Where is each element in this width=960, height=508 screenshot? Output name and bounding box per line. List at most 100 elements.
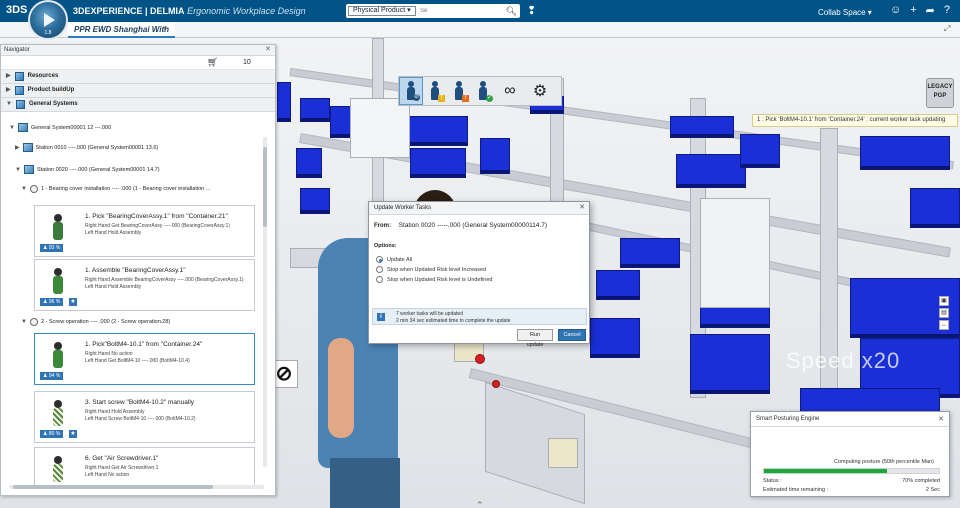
task-title: 6. Get "Air Screwdriver.1" xyxy=(85,455,159,462)
task-card[interactable]: 1. Pick"BoltM4-10.1" from "Container.24"… xyxy=(34,333,255,385)
blue-bin xyxy=(596,270,640,300)
check-icon: ✓ xyxy=(486,95,493,102)
from-label: From: xyxy=(374,223,391,229)
vertical-scrollbar[interactable] xyxy=(263,137,267,467)
search-icon[interactable]: 🔍︎ xyxy=(506,6,517,17)
progress-fill xyxy=(764,469,887,473)
risk-badge: ♟ 93 % xyxy=(40,244,64,252)
viewer-controls: ▣ ▤ ↔ xyxy=(939,296,949,332)
cancel-button[interactable]: Cancel xyxy=(558,329,586,341)
compass-button[interactable]: 1.8 xyxy=(28,0,68,40)
collapse-triangle-icon: ▼ xyxy=(21,319,27,325)
risk-value: 80 % xyxy=(48,431,61,437)
section-resources[interactable]: ▶ Resources xyxy=(1,70,275,84)
blue-bin xyxy=(740,134,780,168)
close-icon[interactable]: ✕ xyxy=(265,45,271,55)
tab-strip: PPR EWD Shanghai With + ⤢ xyxy=(0,22,960,38)
worker-ok-button[interactable]: ✓ xyxy=(471,77,495,105)
info-line-2: 2 min 34 sec estimated time to complete … xyxy=(396,318,511,324)
navigator-title-label: Navigator xyxy=(4,47,30,53)
collab-space-dropdown[interactable]: Collab Space ▾ xyxy=(818,8,872,17)
run-update-button[interactable]: Run update xyxy=(517,329,553,348)
view-control-icon[interactable]: ▣ xyxy=(939,296,949,306)
gear-icon: ⚙ xyxy=(532,83,548,100)
view-control-icon[interactable]: ▤ xyxy=(939,308,949,318)
worker-thumbnail-icon xyxy=(51,214,65,242)
tree-node-label: 1 - Bearing cover installation ---- .000… xyxy=(40,186,211,192)
tree-node-station-0020[interactable]: ▼ Station 0020 ----.000 (General System0… xyxy=(15,165,160,174)
tree-node-operation-2[interactable]: ▼ 2 - Screw operation ---- .000 (2 - Scr… xyxy=(21,318,170,326)
search-input[interactable] xyxy=(420,6,500,16)
task-right-hand: Right Hand Hold Assembly xyxy=(85,409,145,415)
computing-message: Computing posture (50th percentile Man) xyxy=(834,459,934,465)
emergency-button xyxy=(492,380,500,388)
task-left-hand: Left Hand No action xyxy=(85,472,130,478)
settings-button[interactable]: ⚙ xyxy=(525,77,555,105)
glasses-button[interactable]: ∞ xyxy=(495,77,525,105)
task-card[interactable]: 1. Assemble "BearingCoverAssy.1" Right H… xyxy=(34,259,255,311)
app-name: Ergonomic Workplace Design xyxy=(187,6,306,16)
radio-button[interactable] xyxy=(376,276,383,283)
worker-thumbnail-icon xyxy=(51,268,65,296)
star-icon[interactable]: ★ xyxy=(69,430,77,438)
scroll-thumb[interactable] xyxy=(263,147,267,227)
task-left-hand: Left Hand Get BoltM4-10 ----.000 (BoltM4… xyxy=(85,358,190,364)
fixture xyxy=(350,98,410,158)
collapse-triangle-icon: ▼ xyxy=(6,101,12,107)
operation-icon xyxy=(29,185,38,193)
top-bar: 3DS 3DEXPERIENCE | DELMIA Ergonomic Work… xyxy=(0,0,960,22)
risk-value: 96 % xyxy=(48,299,61,305)
person-icon: ♟ xyxy=(43,299,48,305)
blue-bin xyxy=(300,188,330,214)
horizontal-scrollbar[interactable] xyxy=(9,485,264,489)
tree-node-station-0010[interactable]: ▶ Station 0010 ----.000 (General System0… xyxy=(15,143,158,152)
add-icon[interactable]: + xyxy=(910,4,916,17)
tree-node-operation-1[interactable]: ▼ 1 - Bearing cover installation ---- .0… xyxy=(21,185,210,193)
tag-icon[interactable]: ❢ xyxy=(527,4,536,17)
share-icon[interactable]: ➦ xyxy=(926,4,935,17)
task-right-hand: Right Hand Assemble BearingCoverAssy ---… xyxy=(85,277,244,283)
radio-button[interactable] xyxy=(376,266,383,273)
star-icon[interactable]: ★ xyxy=(69,298,77,306)
expand-triangle-icon: ▶ xyxy=(6,73,11,79)
scroll-thumb[interactable] xyxy=(13,485,213,489)
option-stop-increased[interactable]: Stop when Updated Risk level Increased xyxy=(376,266,486,273)
tree-node-general-system[interactable]: ▼ General System00001 12 ---.000 xyxy=(9,123,111,132)
update-worker-tasks-dialog: Update Worker Tasks ✕ From: Station 0020… xyxy=(368,201,590,348)
help-icon[interactable]: ? xyxy=(944,4,950,17)
section-general-systems[interactable]: ▼ General Systems xyxy=(1,98,275,112)
option-update-all[interactable]: Update All xyxy=(376,256,412,263)
person-icon: ♟ xyxy=(43,431,48,437)
cart-count: 10 xyxy=(243,59,251,66)
chevron-up-icon[interactable]: ⌃ xyxy=(476,500,484,508)
worker-check-button[interactable]: ⊘ xyxy=(399,77,423,105)
section-product-buildup[interactable]: ▶ Product buildUp xyxy=(1,84,275,98)
operation-icon xyxy=(29,318,38,326)
station-icon xyxy=(23,165,34,174)
worker-alert-button[interactable]: ! xyxy=(447,77,471,105)
search-box: Physical Product ▾ 🔍︎ xyxy=(346,4,520,18)
user-icon[interactable]: ☺ xyxy=(890,4,901,17)
from-value: Station 0020 -----.000 (General System00… xyxy=(398,222,548,229)
option-stop-undefined[interactable]: Stop when Updated Risk level is Undefine… xyxy=(376,276,492,283)
task-card[interactable]: 3. Start screw "BoltM4-10.2" manually Ri… xyxy=(34,391,255,443)
legacy-pgp-logo[interactable]: LEGACY PGP xyxy=(926,78,954,108)
task-right-hand: Right Hand Get Air Screwdriver.1 xyxy=(85,465,159,471)
task-card[interactable]: 6. Get "Air Screwdriver.1" Right Hand Ge… xyxy=(34,447,255,487)
worker-warning-button[interactable]: ! xyxy=(423,77,447,105)
worker-thumbnail-icon xyxy=(51,342,65,370)
status-tooltip: 1 : Pick 'BoltM4-10.1' from 'Container.2… xyxy=(752,114,958,127)
view-control-icon[interactable]: ↔ xyxy=(939,320,949,330)
tab-ppr-ewd[interactable]: PPR EWD Shanghai With xyxy=(68,22,176,38)
close-icon[interactable]: ✕ xyxy=(579,202,585,214)
dialog-from-row: From: Station 0020 -----.000 (General Sy… xyxy=(374,222,547,229)
search-scope-dropdown[interactable]: Physical Product ▾ xyxy=(348,6,416,16)
info-banner: i 7 worker tasks will be updated 2 min 3… xyxy=(372,308,587,325)
radio-button[interactable] xyxy=(376,256,383,263)
cart-icon[interactable]: 🛒︎ xyxy=(207,57,218,68)
task-card[interactable]: 1. Pick "BearingCoverAssy.1" from "Conta… xyxy=(34,205,255,257)
expand-icon[interactable]: ⤢ xyxy=(944,24,954,34)
emergency-button xyxy=(475,354,485,364)
close-icon[interactable]: ✕ xyxy=(938,412,944,427)
add-tab-icon[interactable]: + xyxy=(162,24,167,34)
